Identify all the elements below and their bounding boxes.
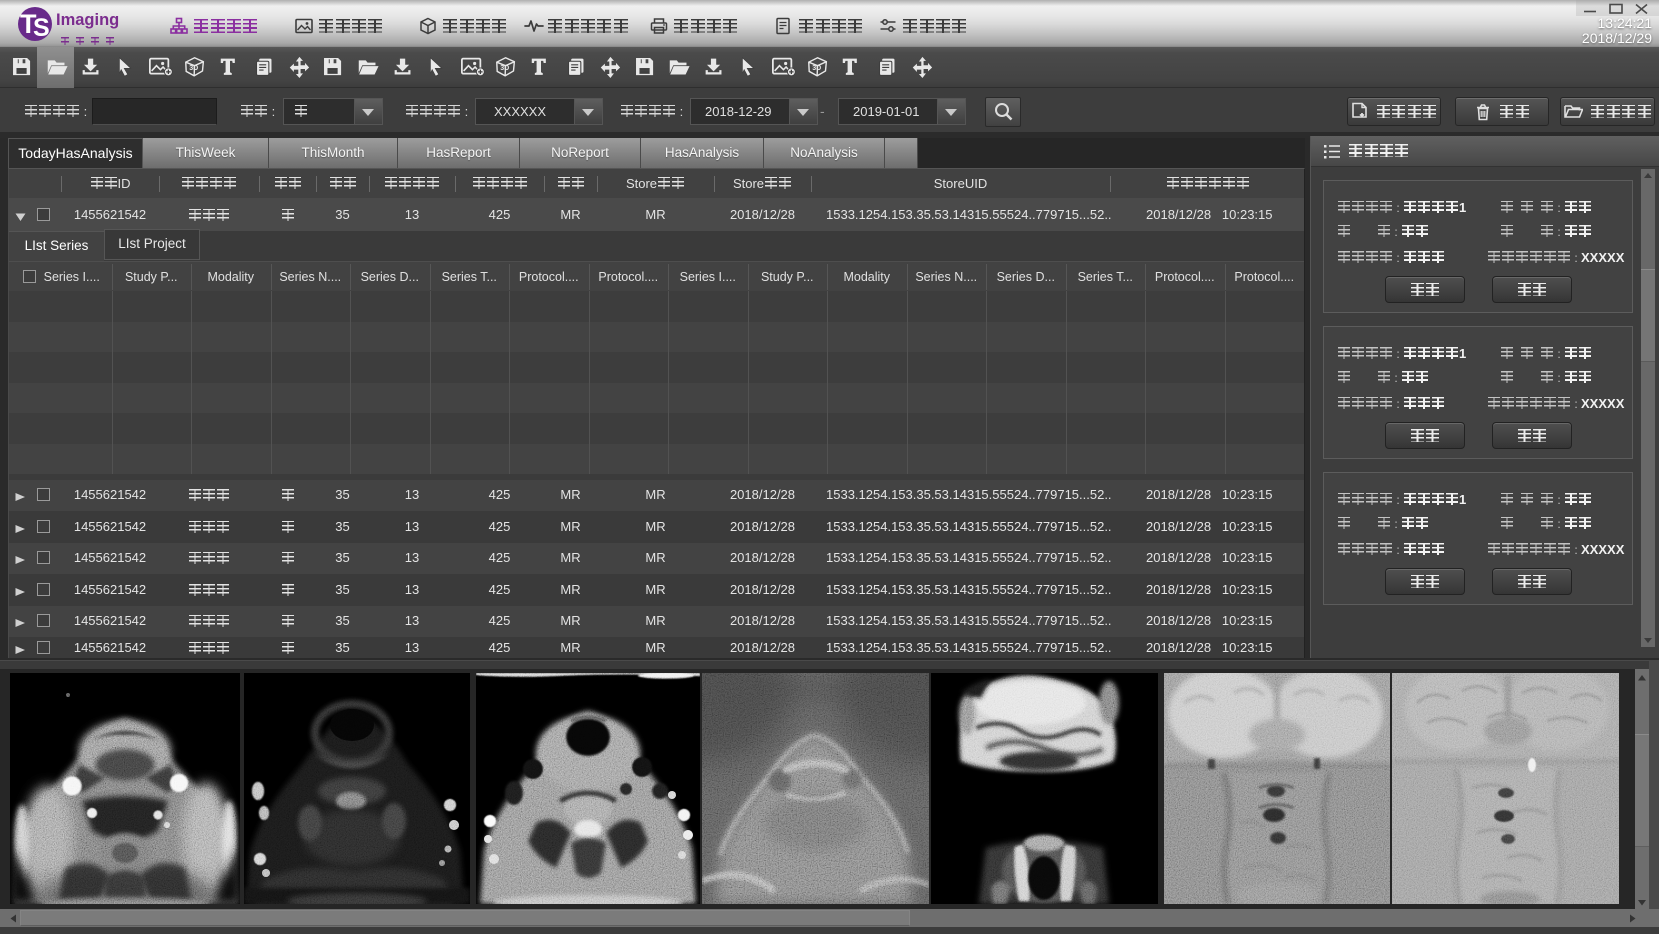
svg-text:S: S [33, 14, 50, 42]
svg-text:3D: 3D [189, 65, 198, 72]
svg-text:3D: 3D [812, 65, 821, 72]
svg-text:3D: 3D [501, 65, 510, 72]
